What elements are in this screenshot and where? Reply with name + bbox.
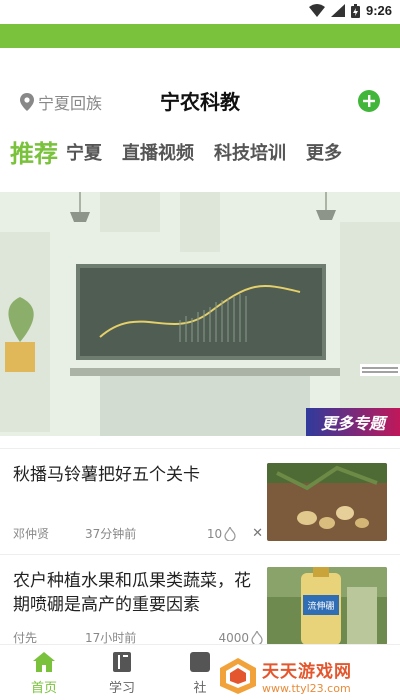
nav-community-label: 社	[193, 681, 207, 696]
news-heat: 10	[206, 526, 236, 541]
watermark-title: 天天游戏网	[262, 662, 352, 682]
news-author: 邓仲贤	[13, 527, 50, 541]
news-thumbnail[interactable]: 流伸硼	[267, 567, 387, 645]
add-button[interactable]	[358, 90, 380, 112]
app-title: 宁农科教	[160, 90, 240, 114]
flame-icon	[224, 526, 236, 541]
bottle-label: 流伸硼	[307, 600, 334, 612]
nav-study[interactable]: 学习	[92, 651, 152, 696]
watermark-url: www.ttyl23.com	[262, 682, 351, 695]
news-time: 37分钟前	[85, 527, 137, 541]
tab-ningxia[interactable]: 宁夏	[66, 139, 102, 169]
home-icon	[33, 652, 55, 672]
top-accent-bar	[0, 24, 400, 48]
news-heat: 4000	[218, 630, 263, 645]
tab-tech-training[interactable]: 科技培训	[214, 139, 286, 169]
header: 宁夏回族 宁农科教	[0, 48, 400, 128]
status-time: 9:26	[365, 3, 392, 18]
news-heat-count: 10	[206, 526, 223, 541]
status-icons: 9:26	[308, 3, 392, 18]
status-bar: 9:26	[0, 0, 400, 24]
book-icon	[113, 652, 131, 672]
wifi-icon	[308, 4, 325, 17]
banner-illustration	[0, 192, 400, 436]
nav-home-label: 首页	[30, 681, 57, 696]
nav-home[interactable]: 首页	[14, 651, 74, 696]
tab-more[interactable]: 更多	[306, 139, 342, 169]
more-topics-button[interactable]: 更多专题	[306, 408, 400, 436]
category-tabs: 推荐 宁夏 直播视频 科技培训 更多	[10, 133, 362, 169]
flame-icon	[251, 630, 263, 645]
signal-icon	[330, 4, 345, 17]
plus-icon	[363, 95, 375, 107]
tab-recommend[interactable]: 推荐	[10, 139, 58, 169]
battery-icon	[350, 3, 360, 18]
watermark: 天天游戏网 www.ttyl23.com	[218, 652, 400, 700]
potato-image	[267, 463, 387, 541]
news-meta: 邓仲贤 37分钟前 10 ✕	[13, 525, 263, 542]
tab-live-video[interactable]: 直播视频	[122, 139, 194, 169]
news-item[interactable]: 秋播马铃薯把好五个关卡 邓仲贤 37分钟前 10 ✕	[0, 448, 400, 554]
news-heat-count: 4000	[218, 630, 249, 645]
news-thumbnail[interactable]	[267, 463, 387, 541]
news-title[interactable]: 农户种植水果和瓜果类蔬菜，花期喷硼是高产的重要因素	[13, 569, 253, 617]
news-item[interactable]: 农户种植水果和瓜果类蔬菜，花期喷硼是高产的重要因素 付先 17小时前 4000 …	[0, 554, 400, 654]
dismiss-icon[interactable]: ✕	[252, 526, 263, 541]
watermark-logo	[220, 658, 256, 694]
fertilizer-bottle-image: 流伸硼	[267, 567, 387, 645]
banner-carousel[interactable]: 更多专题	[0, 192, 400, 436]
nav-study-label: 学习	[108, 681, 135, 696]
news-title[interactable]: 秋播马铃薯把好五个关卡	[13, 463, 253, 487]
community-icon	[190, 652, 210, 672]
